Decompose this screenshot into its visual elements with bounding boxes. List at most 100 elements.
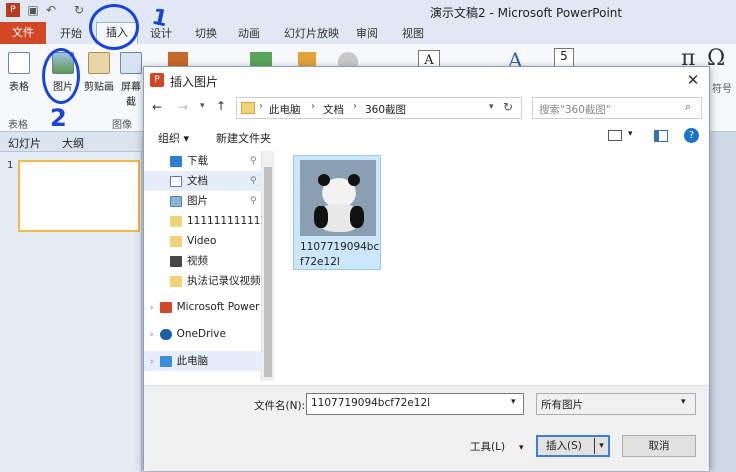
dialog-footer: 文件名(N): 1107719094bcf72e12l ▾ 所有图片 ▾ 工具(… <box>144 385 709 471</box>
filetype-select[interactable]: 所有图片 ▾ <box>536 393 696 415</box>
slide-number: 1 <box>7 160 14 171</box>
search-icon[interactable]: ⌕ <box>685 100 691 114</box>
tab-animations[interactable]: 动画 <box>238 25 260 41</box>
tab-review[interactable]: 审阅 <box>356 25 378 41</box>
screenshot-button[interactable]: 屏幕截 <box>117 52 145 108</box>
file-item[interactable]: 1107719094bcf72e12l <box>293 155 381 270</box>
nav-scrollbar-thumb[interactable] <box>264 167 272 377</box>
chevron-down-icon[interactable]: ▾ <box>681 397 686 407</box>
nav-item-folder-1111[interactable]: 1111111111111 <box>144 211 262 231</box>
group-label-table: 表格 <box>8 120 28 131</box>
tab-transitions[interactable]: 切换 <box>195 25 217 41</box>
tools-menu[interactable]: 工具(L) ▾ <box>470 439 524 454</box>
up-icon[interactable]: ↑ <box>216 99 226 113</box>
close-icon[interactable]: ✕ <box>684 71 702 89</box>
chevron-right-icon: › <box>311 101 315 112</box>
tab-slides[interactable]: 幻灯片 <box>8 135 41 151</box>
cloud-icon <box>159 328 172 340</box>
filename-label: 文件名(N): <box>254 400 306 412</box>
nav-item-downloads[interactable]: 下载 ⚲ <box>144 151 262 171</box>
group-label-image: 图像 <box>112 120 132 131</box>
insert-dropdown-icon[interactable]: ▾ <box>594 438 608 454</box>
nav-item-onedrive[interactable]: › OneDrive <box>144 324 262 344</box>
annotation-circle-insert-tab <box>89 4 139 50</box>
filename-input[interactable]: 1107719094bcf72e12l ▾ <box>306 393 524 415</box>
breadcrumb-item-360[interactable]: 360截图 <box>365 102 406 117</box>
new-folder-button[interactable]: 新建文件夹 <box>216 130 271 146</box>
tab-outline[interactable]: 大纲 <box>62 135 84 151</box>
folder-icon <box>241 102 255 114</box>
panda-ear-shape <box>348 174 360 186</box>
redo-icon[interactable]: ↻ <box>72 3 86 17</box>
refresh-icon[interactable]: ↻ <box>503 100 513 114</box>
view-options-icon[interactable] <box>608 130 622 141</box>
dialog-toolbar: 组织 ▾ 新建文件夹 ▾ ? <box>144 125 709 149</box>
nav-item-this-pc[interactable]: › 此电脑 <box>144 351 262 371</box>
chevron-down-icon[interactable]: ▾ <box>511 397 516 407</box>
pin-icon: ⚲ <box>250 176 257 186</box>
chevron-down-icon[interactable]: ▾ <box>628 129 633 139</box>
nav-item-label: Microsoft Power <box>176 301 260 313</box>
nav-item-label: 1111111111111 <box>187 215 262 227</box>
chevron-right-icon[interactable]: › <box>150 330 154 340</box>
address-bar: ← → ▾ ↑ › 此电脑 › 文档 › 360截图 ▾ ↻ 搜索"360截图"… <box>144 95 709 121</box>
video-icon <box>170 255 182 267</box>
nav-item-powerpoint[interactable]: › Microsoft Power <box>144 297 262 317</box>
breadcrumb-item-documents[interactable]: 文档 <box>323 102 344 117</box>
forward-icon[interactable]: → <box>178 100 188 114</box>
panda-ear-shape <box>318 174 330 186</box>
tab-view[interactable]: 视图 <box>402 25 424 41</box>
nav-item-pictures[interactable]: 图片 ⚲ <box>144 191 262 211</box>
undo-icon[interactable]: ↶ <box>44 3 58 17</box>
nav-item-label: OneDrive <box>176 328 226 340</box>
nav-item-video-folder[interactable]: Video <box>144 231 262 251</box>
ppt-app-icon: P <box>6 3 20 17</box>
symbol-button-label[interactable]: 符号 <box>712 80 732 95</box>
clipart-button[interactable]: 剪贴画 <box>83 52 115 93</box>
annotation-mark-2: 2 <box>50 104 67 132</box>
powerpoint-icon <box>159 301 172 313</box>
breadcrumb[interactable]: › 此电脑 › 文档 › 360截图 ▾ ↻ <box>236 97 522 119</box>
nav-item-recorder-videos[interactable]: 执法记录仪视频 <box>144 271 262 291</box>
pin-icon: ⚲ <box>250 156 257 166</box>
chevron-right-icon: › <box>259 101 263 112</box>
table-icon <box>8 52 30 74</box>
back-icon[interactable]: ← <box>152 100 162 114</box>
preview-pane-icon[interactable] <box>654 130 668 142</box>
filetype-value: 所有图片 <box>541 399 583 411</box>
nav-item-documents[interactable]: 文档 ⚲ <box>144 171 262 191</box>
tab-slideshow[interactable]: 幻灯片放映 <box>284 25 339 41</box>
computer-icon <box>159 355 172 367</box>
file-thumbnail <box>300 160 376 236</box>
breadcrumb-item-this-pc[interactable]: 此电脑 <box>269 102 301 117</box>
nav-item-label: 图片 <box>187 195 208 207</box>
slide-thumbnail[interactable] <box>18 160 140 232</box>
document-icon <box>170 175 182 187</box>
chevron-right-icon[interactable]: › <box>150 357 154 367</box>
insert-label: 插入(S) <box>546 440 582 452</box>
screenshot-button-label: 屏幕截 <box>121 82 141 108</box>
cancel-button[interactable]: 取消 <box>622 435 696 457</box>
search-input[interactable]: 搜索"360截图" ⌕ <box>532 97 702 119</box>
chevron-right-icon[interactable]: › <box>150 303 154 313</box>
table-button[interactable]: 表格 <box>2 52 36 93</box>
dialog-title-bar: P 插入图片 ✕ <box>144 67 709 93</box>
organize-label: 组织 <box>158 132 180 145</box>
save-icon[interactable]: ▣ <box>26 3 40 17</box>
picture-icon <box>170 195 182 207</box>
chevron-right-icon: › <box>353 101 357 112</box>
tab-home[interactable]: 开始 <box>60 25 82 41</box>
table-button-label: 表格 <box>9 82 29 93</box>
chevron-down-icon[interactable]: ▾ <box>489 102 494 112</box>
nav-item-videos[interactable]: 视频 <box>144 251 262 271</box>
help-icon[interactable]: ? <box>684 128 699 143</box>
filename-value: 1107719094bcf72e12l <box>311 397 431 409</box>
clipart-icon <box>88 52 110 74</box>
chevron-down-icon: ▾ <box>519 443 524 453</box>
panda-arm-shape <box>350 206 364 228</box>
chevron-down-icon[interactable]: ▾ <box>200 101 205 111</box>
insert-button[interactable]: 插入(S) ▾ <box>536 435 610 457</box>
organize-button[interactable]: 组织 ▾ <box>158 130 189 146</box>
screenshot-icon <box>120 52 142 74</box>
tab-file[interactable]: 文件 <box>0 22 46 44</box>
